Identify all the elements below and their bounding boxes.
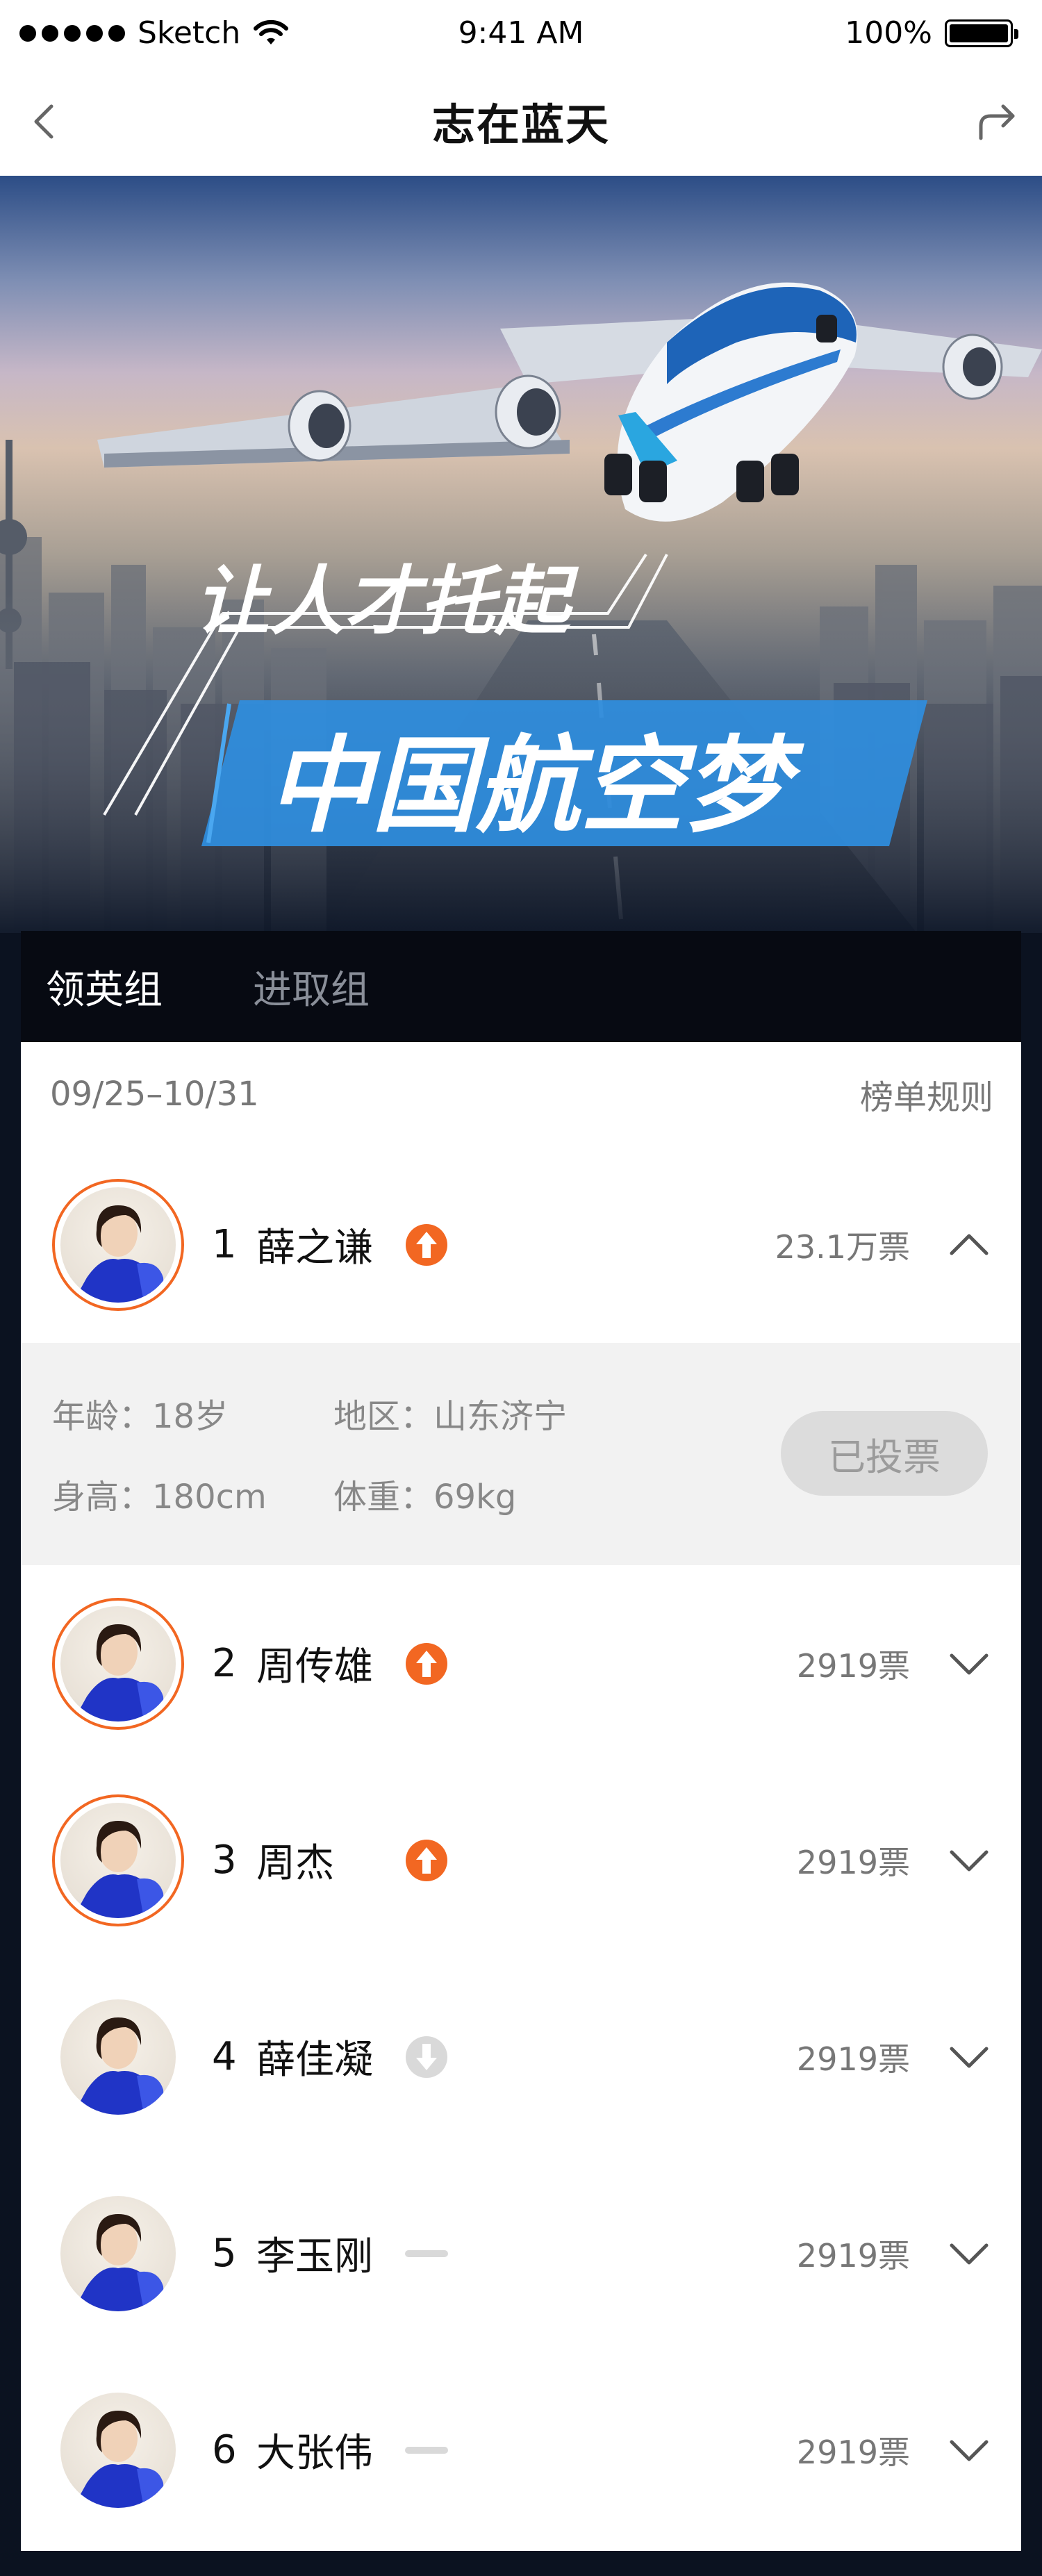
- wifi-icon: [254, 19, 289, 44]
- chevron-down-icon[interactable]: [945, 1640, 993, 1688]
- chevron-down-icon[interactable]: [945, 2426, 993, 2475]
- avatar-ring: [52, 1178, 184, 1311]
- battery-icon: [945, 19, 1018, 47]
- vote-count: 2919票: [796, 1646, 910, 1685]
- share-icon[interactable]: [970, 94, 1025, 149]
- chevron-up-icon[interactable]: [945, 1221, 993, 1269]
- avatar-wrap: [52, 1991, 184, 2123]
- ranking-row[interactable]: 2 周传雄 2919票: [21, 1565, 1021, 1762]
- voted-button[interactable]: 已投票: [781, 1411, 988, 1496]
- contestant-name: 周杰: [256, 1841, 334, 1886]
- avatar[interactable]: [60, 1605, 176, 1722]
- trend-flat-icon: [405, 2429, 448, 2472]
- hero-banner: 让人才托起 中国航空梦: [0, 176, 1042, 933]
- detail-height: 身高：180cm: [52, 1478, 267, 1517]
- nav-bar: 志在蓝天: [0, 66, 1042, 176]
- rules-link[interactable]: 榜单规则: [860, 1070, 993, 1118]
- contestant-name: 薛之谦: [256, 1225, 373, 1271]
- banner-illustration: 让人才托起 中国航空梦: [0, 282, 1042, 933]
- ranking-row[interactable]: 4 薛佳凝 2919票: [21, 1958, 1021, 2155]
- ranking-row[interactable]: 6 大张伟 2919票: [21, 2352, 1021, 2548]
- trend-up-icon: [406, 1223, 447, 1266]
- chevron-left-icon[interactable]: [17, 94, 72, 149]
- date-range: 09/25–10/31: [50, 1075, 259, 1114]
- vote-count: 2919票: [796, 2433, 910, 2471]
- ranking-row[interactable]: 5 李玉刚 2919票: [21, 2155, 1021, 2352]
- avatar[interactable]: [60, 1802, 176, 1918]
- avatar[interactable]: [60, 1999, 176, 2115]
- vote-count: 23.1万票: [775, 1228, 910, 1266]
- rank-number: 3: [212, 1838, 237, 1883]
- contestant-name: 周传雄: [256, 1644, 373, 1690]
- ranking-row[interactable]: 1 薛之谦 23.1万票: [21, 1146, 1021, 1343]
- detail-age: 年龄：18岁: [52, 1397, 229, 1436]
- signal-icon: [19, 24, 125, 42]
- slogan-line-1: 让人才托起: [195, 559, 579, 645]
- page-title: 志在蓝天: [431, 99, 610, 150]
- rank-number: 4: [212, 2034, 237, 2079]
- battery-percent: 100%: [845, 15, 932, 51]
- trend-up-icon: [406, 1839, 447, 1881]
- chevron-down-icon[interactable]: [945, 2033, 993, 2081]
- tab-lingying[interactable]: 领英组: [46, 959, 163, 1015]
- ranking-card: 09/25–10/31 榜单规则 1 薛之谦 23.1万票 年龄：18岁 地区：…: [21, 1042, 1021, 2551]
- avatar[interactable]: [60, 2392, 176, 2508]
- vote-count: 2919票: [796, 1843, 910, 1881]
- status-left: Sketch: [19, 15, 289, 51]
- tab-jinqu[interactable]: 进取组: [253, 959, 370, 1015]
- rank-number: 5: [212, 2231, 237, 2276]
- group-tabs: 领英组 进取组: [21, 931, 1021, 1042]
- rank-number: 1: [212, 1222, 237, 1267]
- rank-number: 2: [212, 1641, 237, 1686]
- contestant-name: 李玉刚: [256, 2234, 373, 2279]
- detail-region: 地区：山东济宁: [333, 1397, 568, 1436]
- avatar-ring: [52, 1597, 184, 1730]
- avatar-ring: [52, 1794, 184, 1926]
- contestant-detail: 年龄：18岁 地区：山东济宁 身高：180cm 体重：69kg 已投票: [21, 1343, 1021, 1565]
- detail-weight: 体重：69kg: [333, 1478, 517, 1517]
- avatar[interactable]: [60, 2195, 176, 2311]
- rank-number: 6: [212, 2427, 237, 2472]
- chevron-down-icon[interactable]: [945, 2229, 993, 2278]
- vote-count: 2919票: [796, 2236, 910, 2274]
- status-bar: Sketch 9:41 AM 100%: [0, 0, 1042, 66]
- carrier-label: Sketch: [138, 15, 241, 51]
- status-right: 100%: [845, 15, 1018, 51]
- avatar-wrap: [52, 2188, 184, 2320]
- trend-down-icon: [406, 2036, 447, 2078]
- trend-flat-icon: [405, 2232, 448, 2275]
- avatar[interactable]: [60, 1187, 176, 1303]
- list-header: 09/25–10/31 榜单规则: [21, 1042, 1021, 1146]
- vote-count: 2919票: [796, 2040, 910, 2078]
- ranking-row[interactable]: 3 周杰 2919票: [21, 1762, 1021, 1958]
- avatar-wrap: [52, 2384, 184, 2516]
- contestant-name: 大张伟: [256, 2431, 373, 2476]
- chevron-down-icon[interactable]: [945, 1836, 993, 1885]
- contestant-name: 薛佳凝: [256, 2038, 373, 2083]
- slogan-line-2: 中国航空梦: [267, 726, 804, 847]
- trend-up-icon: [406, 1642, 447, 1685]
